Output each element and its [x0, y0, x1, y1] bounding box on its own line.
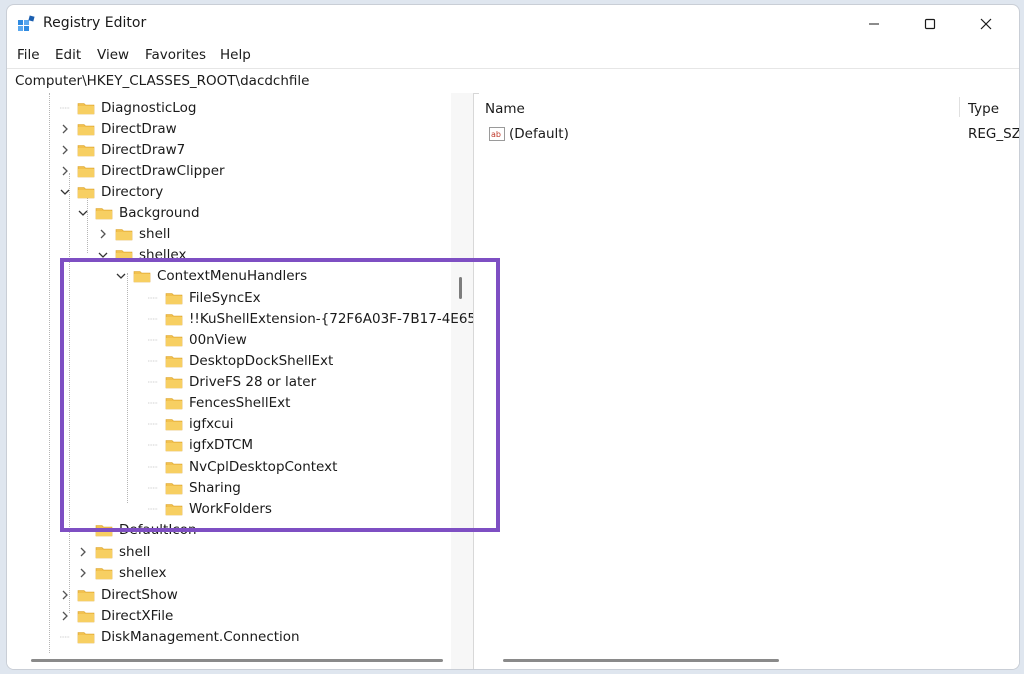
folder-icon	[95, 206, 113, 220]
menu-favorites[interactable]: Favorites	[145, 47, 206, 63]
tree-node-label[interactable]: DirectXFile	[101, 608, 173, 624]
tree-horizontal-scroll-thumb[interactable]	[31, 659, 443, 662]
tree-node-label[interactable]: DirectDraw	[101, 121, 177, 137]
folder-icon	[115, 227, 133, 241]
value-name-default[interactable]: (Default)	[509, 126, 569, 142]
folder-icon	[77, 630, 95, 644]
maximize-button[interactable]	[907, 9, 953, 39]
tree-node-label[interactable]: DirectShow	[101, 587, 178, 603]
chevron-right-icon[interactable]	[77, 567, 89, 579]
tree-node[interactable]: DirectXFile	[59, 605, 173, 626]
chevron-right-icon[interactable]	[59, 589, 71, 601]
tree-node-label[interactable]: shell	[119, 544, 150, 560]
tree-node-label[interactable]: DiagnosticLog	[101, 100, 196, 116]
chevron-right-icon[interactable]	[59, 165, 71, 177]
folder-icon	[77, 164, 95, 178]
tree-node-label[interactable]: shellex	[119, 565, 166, 581]
tree-node-label[interactable]: shell	[139, 226, 170, 242]
window-title: Registry Editor	[43, 15, 147, 31]
values-horizontal-scroll-thumb[interactable]	[503, 659, 779, 662]
address-bar[interactable]: Computer\HKEY_CLASSES_ROOT\dacdchfile	[7, 68, 1019, 94]
folder-icon	[77, 122, 95, 136]
tree-node[interactable]: shell	[97, 223, 170, 244]
menu-view[interactable]: View	[97, 47, 129, 63]
title-bar: Registry Editor	[7, 5, 1019, 43]
highlight-annotation-box	[60, 258, 500, 532]
chevron-right-icon[interactable]	[97, 228, 109, 240]
chevron-right-icon[interactable]	[59, 144, 71, 156]
folder-icon	[77, 588, 95, 602]
menu-help[interactable]: Help	[220, 47, 251, 63]
tree-node[interactable]: Background	[77, 202, 200, 223]
tree-guide-line	[49, 93, 50, 653]
tree-node[interactable]: DirectDraw	[59, 118, 177, 139]
values-pane[interactable]: Name Type ab (Default) REG_SZ	[479, 93, 1019, 669]
address-path[interactable]: Computer\HKEY_CLASSES_ROOT\dacdchfile	[15, 73, 309, 89]
folder-icon	[95, 545, 113, 559]
tree-node[interactable]: DiagnosticLog	[59, 97, 196, 118]
tree-node-label[interactable]: DirectDrawClipper	[101, 163, 225, 179]
folder-icon	[77, 185, 95, 199]
chevron-right-icon[interactable]	[77, 546, 89, 558]
chevron-right-icon[interactable]	[59, 610, 71, 622]
string-value-icon: ab	[489, 127, 505, 141]
tree-node[interactable]: shell	[77, 541, 150, 562]
maximize-icon	[924, 18, 936, 30]
column-header-type[interactable]: Type	[968, 101, 999, 117]
folder-icon	[95, 566, 113, 580]
tree-node[interactable]: DirectDraw7	[59, 139, 185, 160]
tree-connector	[59, 102, 71, 114]
tree-connector	[59, 631, 71, 643]
menu-bar: File Edit View Favorites Help	[7, 43, 1019, 67]
tree-node[interactable]: DirectShow	[59, 584, 178, 605]
chevron-down-icon[interactable]	[59, 186, 71, 198]
tree-node-label[interactable]: Background	[119, 205, 200, 221]
column-separator[interactable]	[959, 97, 960, 117]
tree-node-label[interactable]: DiskManagement.Connection	[101, 629, 300, 645]
tree-node[interactable]: DirectDrawClipper	[59, 160, 225, 181]
folder-icon	[77, 609, 95, 623]
folder-icon	[77, 101, 95, 115]
tree-node[interactable]: shellex	[77, 562, 166, 583]
menu-edit[interactable]: Edit	[55, 47, 81, 63]
tree-node[interactable]: Directory	[59, 181, 163, 202]
tree-node-label[interactable]: Directory	[101, 184, 163, 200]
tree-node[interactable]: DiskManagement.Connection	[59, 626, 300, 647]
close-icon	[980, 18, 992, 30]
svg-text:ab: ab	[491, 130, 501, 139]
minimize-button[interactable]	[851, 9, 897, 39]
column-header-name[interactable]: Name	[485, 101, 525, 117]
folder-icon	[77, 143, 95, 157]
chevron-down-icon[interactable]	[77, 207, 89, 219]
menu-file[interactable]: File	[17, 47, 40, 63]
tree-node-label[interactable]: DirectDraw7	[101, 142, 185, 158]
minimize-icon	[869, 23, 879, 25]
chevron-right-icon[interactable]	[59, 123, 71, 135]
value-type-default: REG_SZ	[968, 126, 1020, 142]
close-button[interactable]	[963, 9, 1009, 39]
registry-editor-app-icon	[18, 15, 35, 31]
